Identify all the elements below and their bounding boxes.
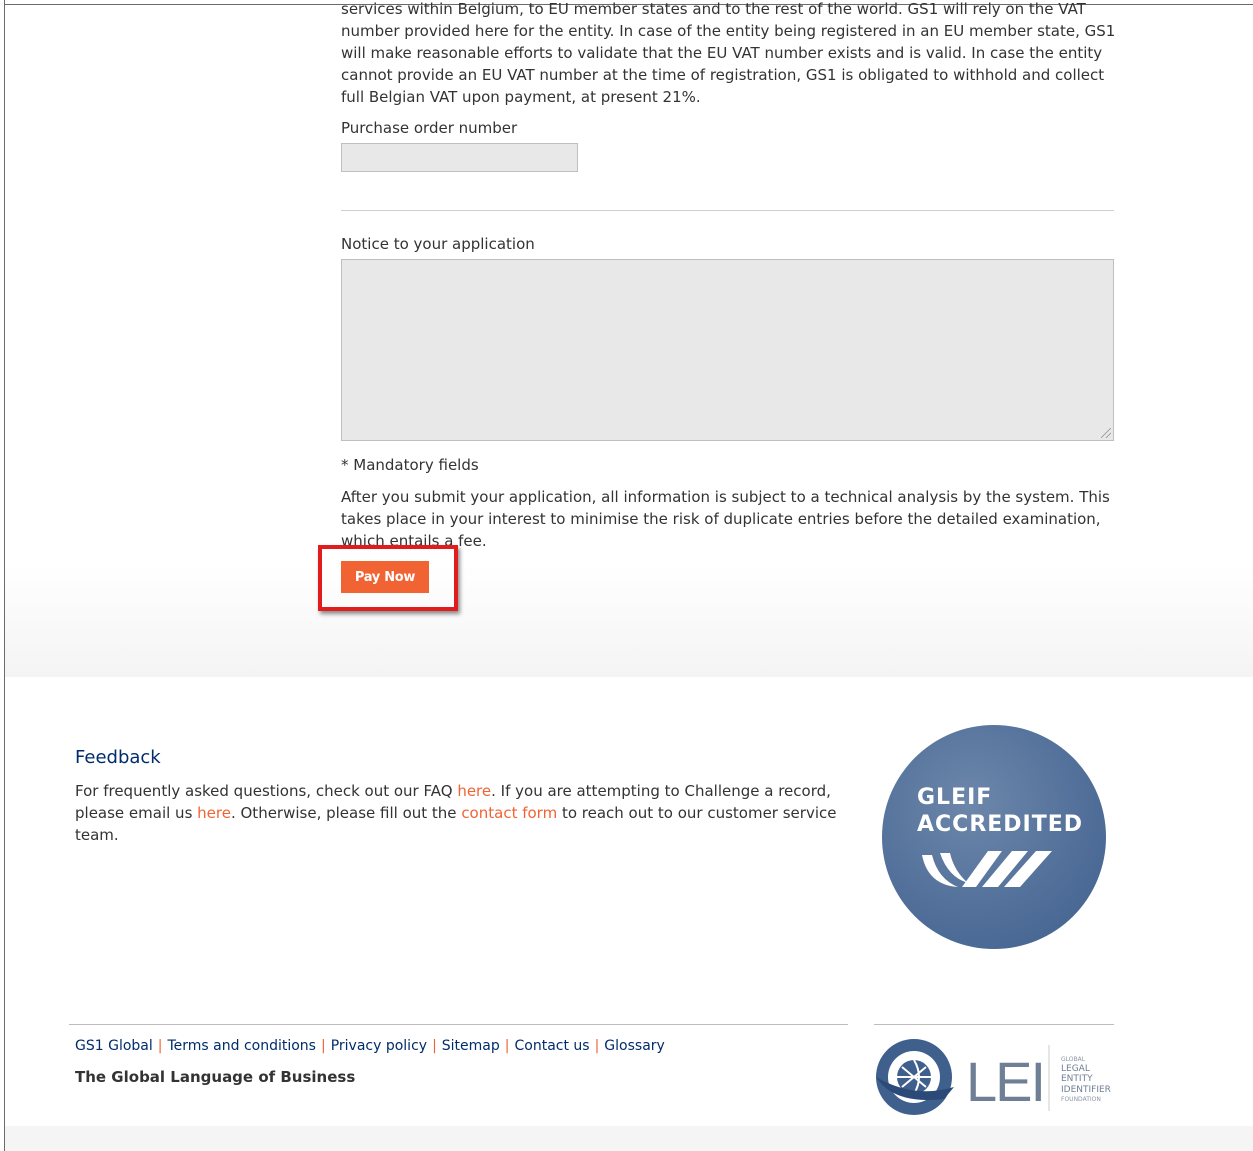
notice-label: Notice to your application	[341, 235, 535, 253]
feedback-text: For frequently asked questions, check ou…	[75, 780, 865, 846]
separator: |	[432, 1038, 437, 1054]
gleif-swoosh-icon	[922, 851, 1052, 887]
lei-wordmark: LEI	[966, 1050, 1044, 1113]
lei-sub-4: IDENTIFIER	[1061, 1085, 1111, 1095]
footer-link-gs1-global[interactable]: GS1 Global	[75, 1038, 153, 1054]
footer-link-privacy[interactable]: Privacy policy	[331, 1038, 427, 1054]
resize-handle-icon[interactable]	[1101, 428, 1111, 438]
separator: |	[594, 1038, 600, 1054]
page-bottom-band	[5, 1126, 1253, 1151]
badge-line-1: GLEIF	[917, 785, 993, 810]
lei-logo: LEI GLOBAL LEGAL ENTITY IDENTIFIER FOUND…	[876, 1039, 1111, 1115]
vat-info-text: services within Belgium, to EU member st…	[341, 0, 1116, 106]
purchase-order-input[interactable]	[341, 143, 578, 172]
footer-link-terms[interactable]: Terms and conditions	[167, 1038, 316, 1054]
footer-links: GS1 Global | Terms and conditions | Privacy …	[75, 1038, 665, 1054]
feedback-text-part: For frequently asked questions, check ou…	[75, 782, 458, 800]
footer-link-sitemap[interactable]: Sitemap	[442, 1038, 500, 1054]
lei-sub-1: GLOBAL	[1061, 1056, 1086, 1063]
form-divider	[341, 210, 1114, 211]
faq-link[interactable]: here	[457, 782, 491, 800]
feedback-title: Feedback	[75, 747, 161, 768]
feedback-text-part: . Otherwise, please fill out the	[230, 804, 462, 822]
footer-link-glossary[interactable]: Glossary	[604, 1038, 665, 1054]
submit-info-text: After you submit your application, all i…	[341, 488, 1110, 550]
footer-divider-right	[874, 1024, 1114, 1025]
purchase-order-label: Purchase order number	[341, 119, 518, 137]
separator: |	[504, 1038, 510, 1054]
footer-divider-left	[69, 1024, 848, 1025]
badge-line-2: ACCREDITED	[917, 812, 1084, 837]
email-link[interactable]: here	[197, 804, 231, 822]
separator: |	[320, 1038, 326, 1054]
separator: |	[157, 1038, 163, 1054]
mandatory-note: * Mandatory fields	[341, 456, 479, 474]
contact-form-link[interactable]: contact form	[461, 804, 557, 822]
lei-sub-3: ENTITY	[1061, 1074, 1093, 1084]
notice-textarea[interactable]	[341, 259, 1114, 441]
gleif-accredited-badge: GLEIF ACCREDITED	[882, 725, 1106, 949]
highlight-box	[318, 545, 458, 611]
footer-tagline: The Global Language of Business	[75, 1068, 356, 1086]
lei-sub-2: LEGAL	[1061, 1064, 1090, 1074]
footer-link-contact[interactable]: Contact us	[514, 1038, 589, 1054]
lei-sub-5: FOUNDATION	[1061, 1096, 1101, 1103]
